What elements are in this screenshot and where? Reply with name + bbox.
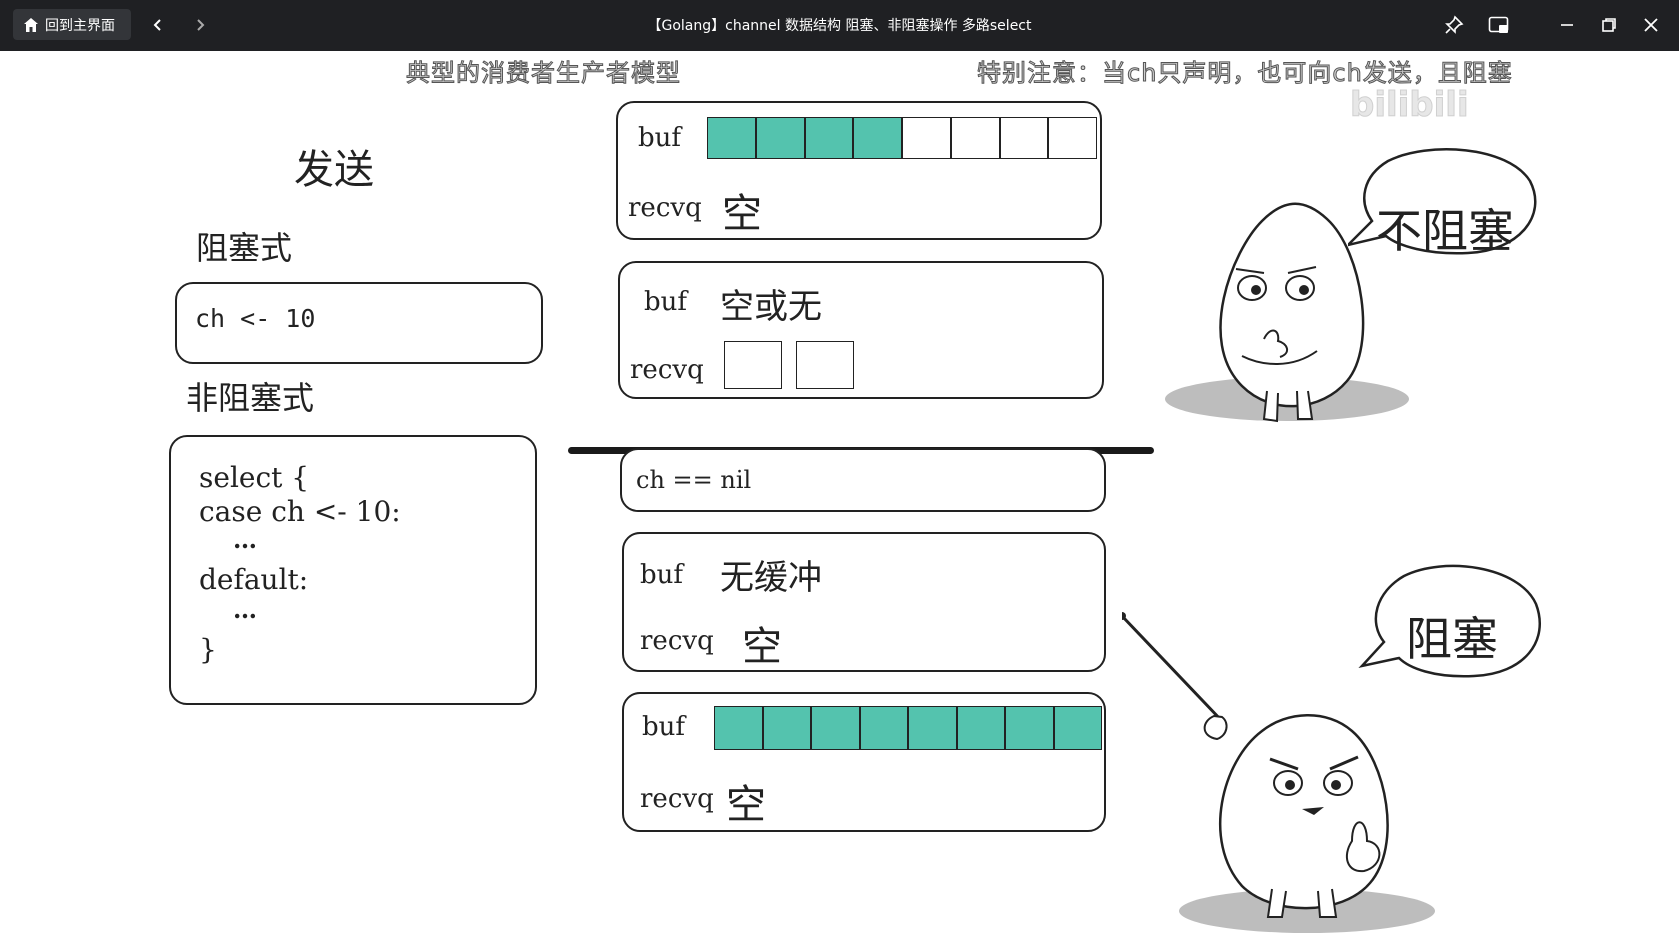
c2-recvq-queue <box>724 341 854 389</box>
buffer-cell <box>999 117 1049 159</box>
code-line-5: … <box>233 595 257 624</box>
nonblocking-code-box: select { case ch <- 10: … default: … } <box>169 435 537 705</box>
pin-button[interactable] <box>1443 14 1465 36</box>
c1-buffer <box>707 117 1097 159</box>
buffer-cell <box>755 117 805 159</box>
c4-buf-value: 无缓冲 <box>720 558 822 598</box>
bubble-bottom-text: 阻塞 <box>1406 612 1498 666</box>
buffer-cell <box>908 706 957 750</box>
maximize-button[interactable] <box>1598 14 1620 36</box>
case-buf-empty-recvq-waiting: buf 空或无 recvq <box>618 261 1104 399</box>
case-unbuffered: buf 无缓冲 recvq 空 <box>622 532 1106 672</box>
nonblocking-label: 非阻塞式 <box>186 379 315 417</box>
c3-code: ch == nil <box>636 466 752 494</box>
home-button[interactable]: 回到主界面 <box>13 9 131 40</box>
case-nil-channel: ch == nil <box>620 448 1106 512</box>
home-icon <box>24 17 38 32</box>
back-icon <box>153 19 161 31</box>
buffer-cell <box>804 117 854 159</box>
subtitle-right: 特别注意：当ch只声明，也可向ch发送，且阻塞 <box>977 59 1513 88</box>
c4-recvq-value: 空 <box>742 624 782 670</box>
code-line-4: default: <box>199 563 309 596</box>
buffer-cell <box>796 341 854 389</box>
c1-recvq-value: 空 <box>722 191 762 237</box>
c2-buf-value: 空或无 <box>720 287 822 327</box>
buffer-cell <box>714 706 763 750</box>
video-frame: 典型的消费者生产者模型 特别注意：当ch只声明，也可向ch发送，且阻塞 bili… <box>2 51 1679 934</box>
buffer-cell <box>1053 706 1102 750</box>
buffer-cell <box>853 117 902 159</box>
c4-buf-label: buf <box>640 560 684 590</box>
video-content[interactable]: 典型的消费者生产者模型 特别注意：当ch只声明，也可向ch发送，且阻塞 bili… <box>0 51 1679 934</box>
code-line-1: select { <box>199 461 310 494</box>
c5-recvq-value: 空 <box>726 782 766 828</box>
buffer-cell <box>902 117 951 159</box>
pin-icon <box>1445 15 1464 34</box>
subtitle-left: 典型的消费者生产者模型 <box>406 59 681 88</box>
c1-buf-label: buf <box>638 123 682 153</box>
c4-recvq-label: recvq <box>640 626 714 656</box>
c1-recvq-label: recvq <box>628 193 702 223</box>
buffer-cell <box>1005 706 1054 750</box>
bubble-top-text: 不阻塞 <box>1376 204 1514 258</box>
c5-buffer <box>714 706 1102 750</box>
case-buf-full: buf recvq 空 <box>622 692 1106 832</box>
c5-buf-label: buf <box>642 712 686 742</box>
code-line-6: } <box>199 633 217 666</box>
buffer-cell <box>1048 117 1097 159</box>
buffer-cell <box>724 341 782 389</box>
minimize-icon <box>1561 24 1573 26</box>
title-bar: 回到主界面 【Golang】channel 数据结构 阻塞、非阻塞操作 多路se… <box>0 0 1679 51</box>
window-title: 【Golang】channel 数据结构 阻塞、非阻塞操作 多路select <box>647 18 1032 34</box>
maximize-icon <box>1602 18 1616 32</box>
back-button[interactable] <box>146 13 170 37</box>
c2-recvq-label: recvq <box>630 355 704 385</box>
send-title: 发送 <box>294 147 374 193</box>
buffer-cell <box>811 706 860 750</box>
buffer-cell <box>950 117 1000 159</box>
buffer-cell <box>956 706 1005 750</box>
code-line-3: … <box>233 525 257 554</box>
home-button-label: 回到主界面 <box>45 17 115 34</box>
close-icon <box>1644 18 1658 32</box>
c2-buf-label: buf <box>644 287 688 317</box>
close-button[interactable] <box>1640 14 1662 36</box>
code-line-2: case ch <- 10: <box>199 495 401 528</box>
blocking-code: ch <- 10 <box>195 304 316 333</box>
case-buf-partial: buf recvq 空 <box>616 101 1102 240</box>
pip-icon <box>1488 16 1509 33</box>
forward-button[interactable] <box>188 13 212 37</box>
minimize-button[interactable] <box>1556 14 1578 36</box>
pip-button[interactable] <box>1488 14 1510 36</box>
buffer-cell <box>762 706 811 750</box>
c5-recvq-label: recvq <box>640 784 714 814</box>
blocking-code-box: ch <- 10 <box>175 282 543 364</box>
buffer-cell <box>859 706 908 750</box>
blocking-label: 阻塞式 <box>196 229 293 267</box>
buffer-cell <box>707 117 756 159</box>
forward-icon <box>197 19 205 31</box>
